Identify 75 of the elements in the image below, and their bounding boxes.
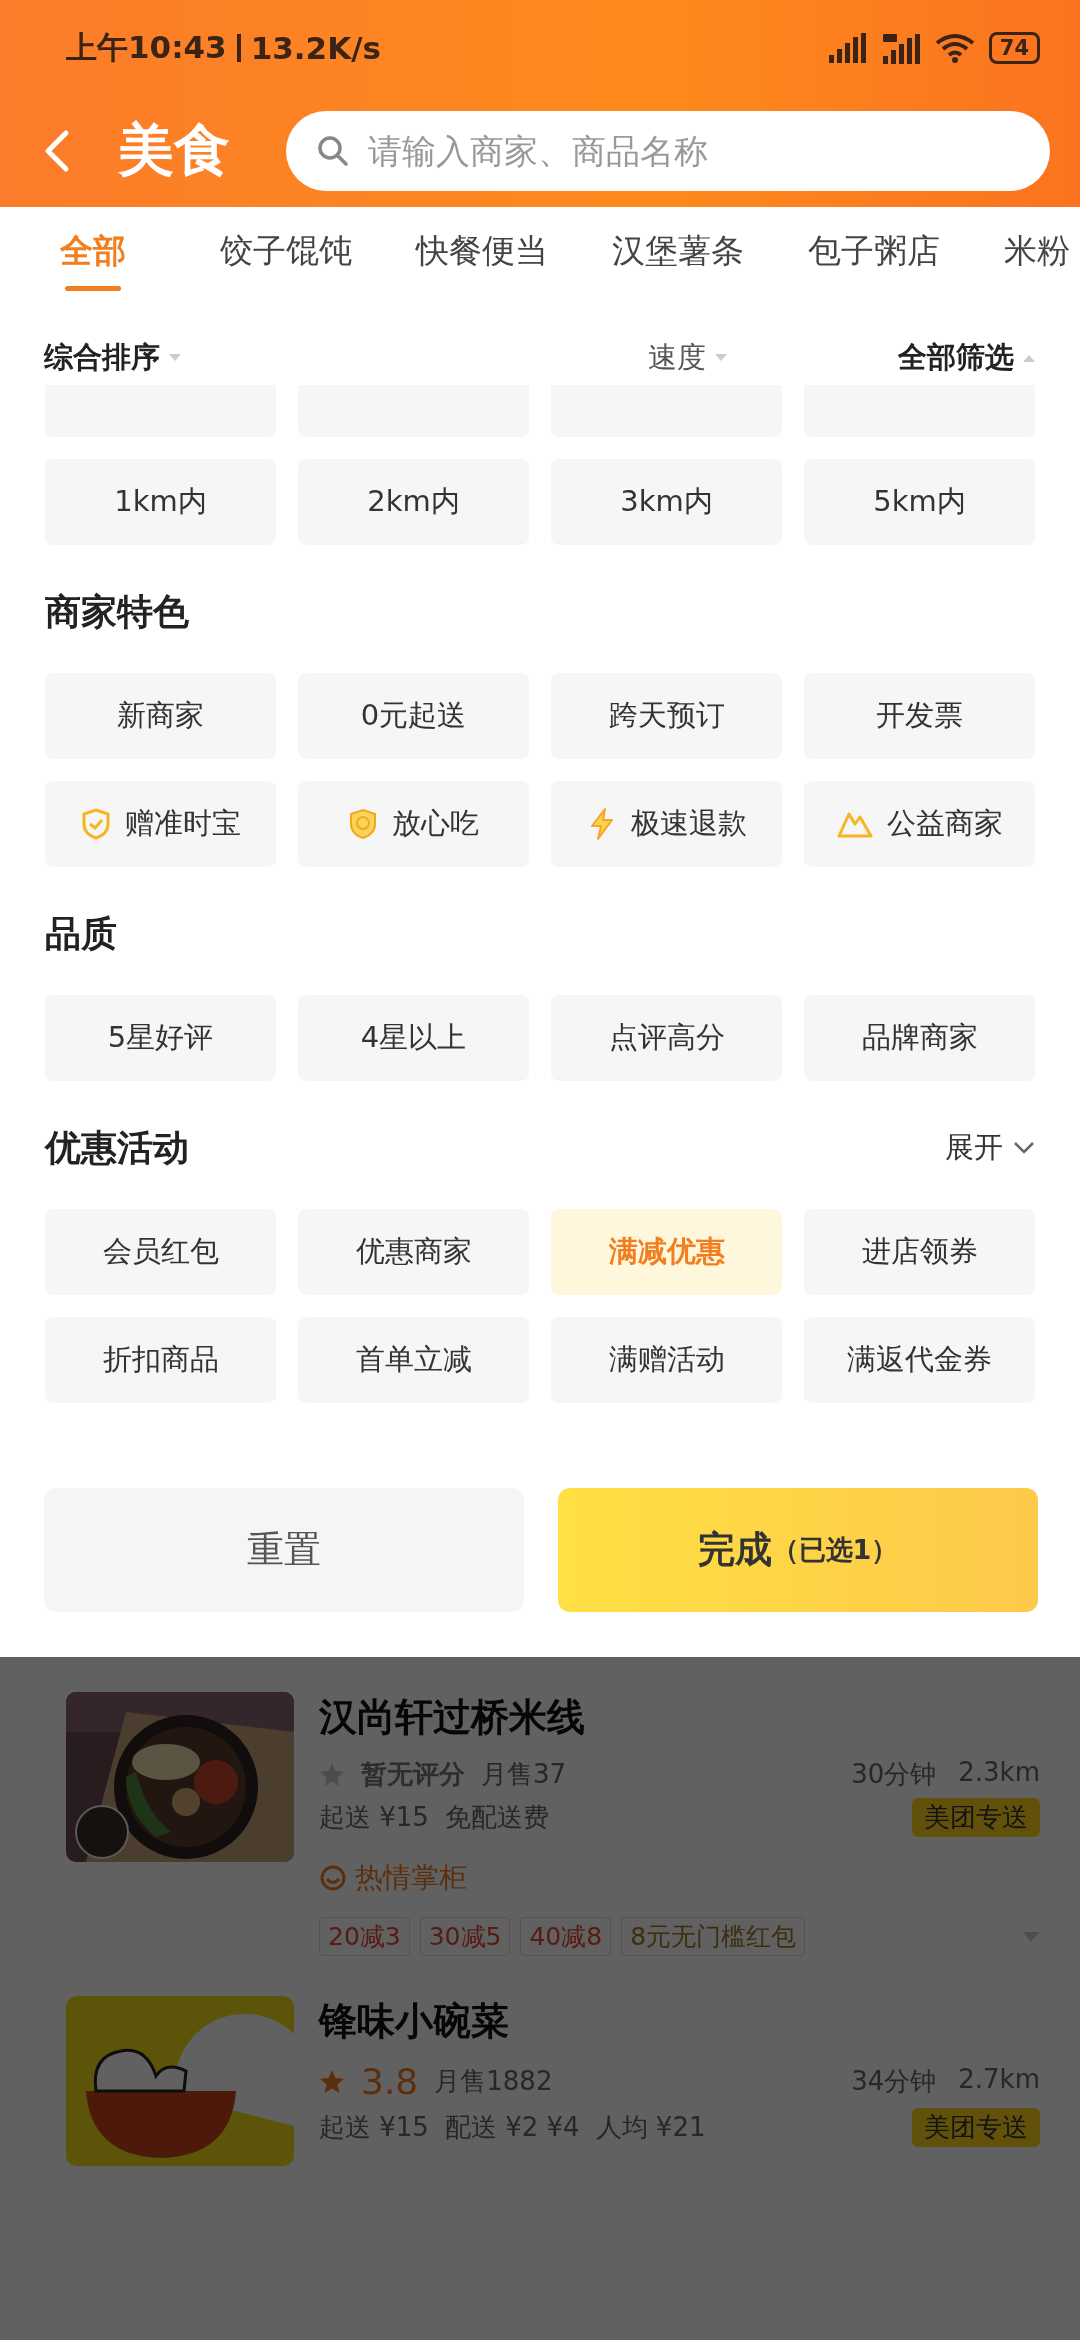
filter-chip[interactable]: 3km内	[551, 459, 782, 545]
filter-chip[interactable]: 进店领券	[804, 1209, 1035, 1295]
filter-chip[interactable]: 会员红包	[45, 1209, 276, 1295]
expand-link[interactable]: 展开	[945, 1128, 1035, 1168]
section-title: 商家特色	[45, 589, 189, 634]
filter-chip[interactable]: 优惠商家	[298, 1209, 529, 1295]
caret-icon	[1022, 353, 1036, 363]
section-title: 品质	[45, 911, 117, 956]
fee-info: 起送 ¥15	[319, 1801, 429, 1834]
filter-chip[interactable]: 跨天预订	[551, 673, 782, 759]
filter-chip[interactable]: 极速退款	[551, 781, 782, 867]
restaurant-name: 汉尚轩过桥米线	[319, 1694, 586, 1741]
filter-chip[interactable]: 开发票	[804, 673, 1035, 759]
restaurant-name: 锋味小碗菜	[319, 1998, 510, 2045]
filter-chip[interactable]: 1km内	[45, 459, 276, 545]
reset-button[interactable]: 重置	[44, 1488, 524, 1612]
delivery-badge: 美团专送	[912, 2108, 1040, 2147]
merchant-tag: 热情掌柜	[355, 1859, 467, 1897]
caret-icon	[168, 353, 182, 363]
filter-chip[interactable]: 首单立减	[298, 1317, 529, 1403]
monthly-sales: 月售37	[481, 1758, 567, 1791]
delivery-time: 34分钟	[851, 2065, 937, 2098]
fee-info: 人均 ¥21	[595, 2111, 706, 2144]
filter-chip[interactable]: 放心吃	[298, 781, 529, 867]
battery-level: 74	[999, 35, 1029, 60]
category-tab[interactable]: 汉堡薯条	[612, 229, 744, 274]
wifi-icon	[934, 32, 975, 63]
filter-chip[interactable]: 新商家	[45, 673, 276, 759]
sort-dropdown[interactable]: 速度	[648, 338, 728, 378]
chevron-down-icon	[1013, 1141, 1035, 1155]
delivery-time: 30分钟	[851, 1758, 937, 1791]
filter-chip[interactable]: 品牌商家	[804, 995, 1035, 1081]
caret-icon	[714, 353, 728, 363]
monthly-sales: 月售1882	[434, 2065, 553, 2098]
filter-chip[interactable]: 点评高分	[551, 995, 782, 1081]
network-speed: 13.2K/s	[250, 29, 381, 66]
category-tab[interactable]: 米粉	[1004, 229, 1070, 274]
filter-chip[interactable]: 赠准时宝	[45, 781, 276, 867]
page-title: 美食	[118, 116, 230, 184]
shield-icon	[348, 808, 378, 840]
filter-chip[interactable]: 公益商家	[804, 781, 1035, 867]
selected-underline	[65, 286, 121, 291]
distance: 2.7km	[958, 2064, 1040, 2096]
rating-text: 3.8	[361, 2061, 419, 2102]
sort-dropdown[interactable]: 全部筛选	[898, 338, 1036, 378]
fee-info: 免配送费	[444, 1801, 549, 1834]
done-button[interactable]: 完成（已选1）	[558, 1488, 1038, 1612]
filter-chip[interactable]: 满赠活动	[551, 1317, 782, 1403]
filter-chip[interactable]: 5星好评	[45, 995, 276, 1081]
filter-chip[interactable]: 4星以上	[298, 995, 529, 1081]
fee-info: 起送 ¥15	[319, 2111, 429, 2144]
distance: 2.3km	[958, 1757, 1040, 1789]
category-tab[interactable]: 包子粥店	[808, 229, 940, 274]
clock: 上午10:43	[66, 27, 227, 67]
discount-tag: 8元无门槛红包	[621, 1917, 806, 1956]
shield-check-icon	[80, 808, 111, 840]
filter-chip[interactable]: 满返代金券	[804, 1317, 1035, 1403]
discount-tag: 30减5	[419, 1917, 511, 1956]
filter-chip[interactable]: 0元起送	[298, 673, 529, 759]
filter-chip[interactable]: 5km内	[804, 459, 1035, 545]
delivery-badge: 美团专送	[912, 1798, 1040, 1837]
signal-icon	[826, 32, 867, 63]
filter-chip[interactable]: 2km内	[298, 459, 529, 545]
category-tab[interactable]: 饺子馄饨	[220, 229, 352, 274]
search-field[interactable]: 请输入商家、商品名称	[286, 111, 1050, 191]
discount-tag: 20减3	[319, 1917, 410, 1956]
fee-info: 配送 ¥2 ¥4	[444, 2111, 580, 2144]
category-tab[interactable]: 快餐便当	[416, 229, 548, 274]
filter-chip[interactable]: 折扣商品	[45, 1317, 276, 1403]
section-title: 优惠活动	[45, 1125, 189, 1170]
sort-dropdown[interactable]: 综合排序	[44, 338, 182, 378]
separator-bar	[236, 33, 241, 62]
discount-tag: 40减8	[520, 1917, 612, 1956]
smile-icon	[319, 1864, 347, 1892]
signal-icon	[880, 31, 921, 64]
